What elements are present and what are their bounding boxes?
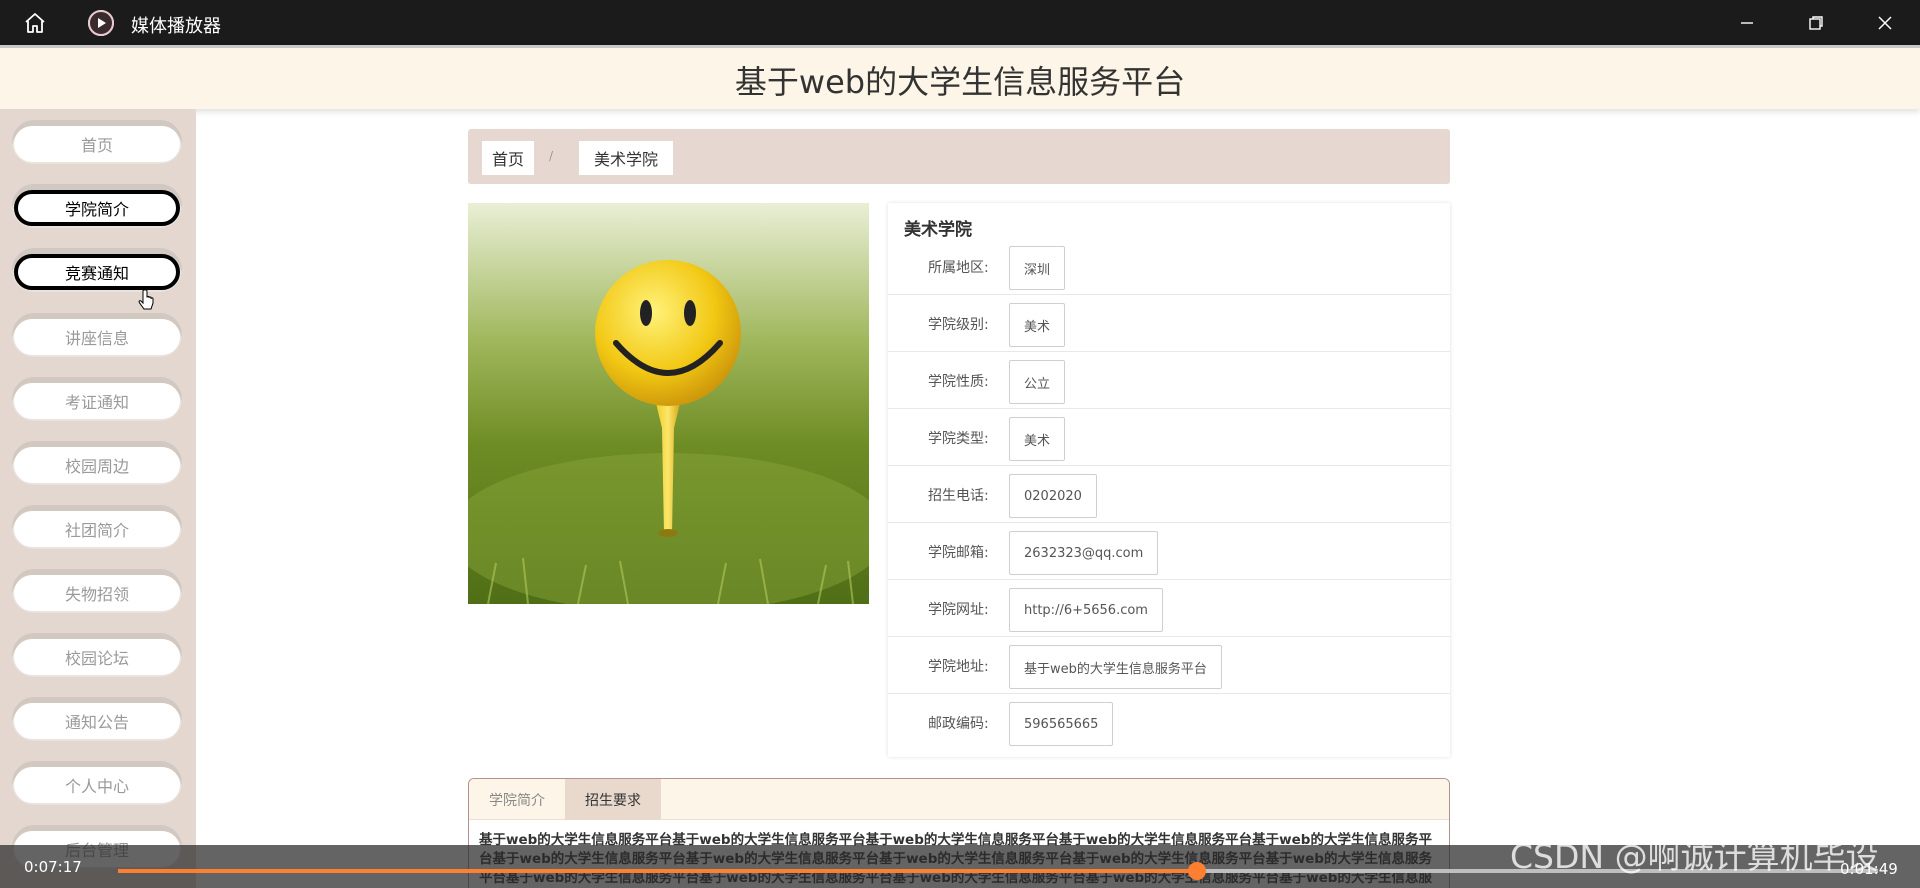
restore-icon[interactable] xyxy=(1801,8,1831,38)
sidebar-item-label: 考证通知 xyxy=(14,383,180,419)
watermark-text: CSDN @啊诚计算机毕设 xyxy=(1510,837,1879,876)
info-row-website: 学院网址: http://6+5656.com xyxy=(888,580,1450,637)
field-label: 学院网址: xyxy=(928,602,989,618)
info-row-region: 所属地区: 深圳 xyxy=(888,238,1450,295)
sidebar-item-label: 首页 xyxy=(14,126,180,162)
field-label: 学院邮箱: xyxy=(928,545,989,561)
field-value: 深圳 xyxy=(1009,246,1066,290)
field-value: http://6+5656.com xyxy=(1009,588,1163,632)
progress-handle[interactable] xyxy=(1187,862,1206,880)
field-value: 美术 xyxy=(1009,417,1066,461)
info-row-nature: 学院性质: 公立 xyxy=(888,352,1450,409)
sidebar-item-certification[interactable]: 考证通知 xyxy=(12,377,182,421)
field-label: 所属地区: xyxy=(928,260,989,276)
info-row-address: 学院地址: 基于web的大学生信息服务平台 xyxy=(888,637,1450,694)
play-icon xyxy=(88,10,114,36)
sidebar-item-label: 通知公告 xyxy=(14,703,180,739)
field-label: 招生电话: xyxy=(928,488,989,504)
tab-admission-requirements[interactable]: 招生要求 xyxy=(565,779,661,820)
info-row-type: 学院类型: 美术 xyxy=(888,409,1450,466)
breadcrumb-current: 美术学院 xyxy=(579,141,673,175)
sidebar-item-label: 个人中心 xyxy=(14,767,180,803)
window-title: 媒体播放器 xyxy=(131,16,221,37)
progress-fill xyxy=(118,869,1197,873)
tab-college-intro[interactable]: 学院简介 xyxy=(469,779,565,820)
field-value: 0202020 xyxy=(1009,474,1097,518)
field-value: 基于web的大学生信息服务平台 xyxy=(1009,645,1222,689)
sidebar-item-label: 校园论坛 xyxy=(14,639,180,675)
home-icon[interactable] xyxy=(20,10,50,36)
field-value: 美术 xyxy=(1009,303,1066,347)
close-icon[interactable] xyxy=(1870,8,1900,38)
sidebar-item-label: 竞赛通知 xyxy=(14,254,180,290)
field-label: 学院类型: xyxy=(928,431,989,447)
field-label: 邮政编码: xyxy=(928,716,989,732)
breadcrumb: 首页 / 美术学院 xyxy=(468,129,1450,184)
sidebar-item-lectures[interactable]: 讲座信息 xyxy=(12,313,182,357)
sidebar-item-lost-found[interactable]: 失物招领 xyxy=(12,569,182,613)
sidebar-item-clubs[interactable]: 社团简介 xyxy=(12,505,182,549)
site-header: 基于web的大学生信息服务平台 xyxy=(0,45,1920,109)
field-value: 596565665 xyxy=(1009,702,1114,746)
info-row-email: 学院邮箱: 2632323@qq.com xyxy=(888,523,1450,580)
field-label: 学院地址: xyxy=(928,659,989,675)
window-titlebar: 媒体播放器 xyxy=(0,0,1920,45)
college-photo xyxy=(468,203,869,604)
sidebar-item-college-intro[interactable]: 学院简介 xyxy=(12,184,182,228)
college-info-panel: 美术学院 所属地区: 深圳 学院级别: 美术 学院性质: 公立 学院类型: 美术… xyxy=(888,203,1450,757)
field-value: 公立 xyxy=(1009,360,1066,404)
sidebar-nav: 首页 学院简介 竞赛通知 讲座信息 考证通知 校园周边 社团简介 失物招领 校园… xyxy=(0,109,196,888)
sidebar-item-profile[interactable]: 个人中心 xyxy=(12,761,182,805)
current-time: 0:07:17 xyxy=(24,858,82,876)
breadcrumb-home-link[interactable]: 首页 xyxy=(482,141,534,175)
minimize-icon[interactable] xyxy=(1732,8,1762,38)
sidebar-item-label: 社团简介 xyxy=(14,511,180,547)
sidebar-item-label: 讲座信息 xyxy=(14,319,180,355)
field-label: 学院性质: xyxy=(928,374,989,390)
breadcrumb-separator: / xyxy=(549,149,554,163)
sidebar-item-campus-nearby[interactable]: 校园周边 xyxy=(12,441,182,485)
field-label: 学院级别: xyxy=(928,317,989,333)
college-name: 美术学院 xyxy=(904,220,972,240)
sidebar-item-label: 失物招领 xyxy=(14,575,180,611)
info-row-level: 学院级别: 美术 xyxy=(888,295,1450,352)
sidebar-item-home[interactable]: 首页 xyxy=(12,120,182,164)
field-value: 2632323@qq.com xyxy=(1009,531,1159,575)
sidebar-item-label: 校园周边 xyxy=(14,447,180,483)
sidebar-item-forum[interactable]: 校园论坛 xyxy=(12,633,182,677)
sidebar-item-competition[interactable]: 竞赛通知 xyxy=(12,248,182,292)
mouse-cursor-icon xyxy=(138,289,154,316)
info-row-postcode: 邮政编码: 596565665 xyxy=(888,694,1450,751)
sidebar-item-notices[interactable]: 通知公告 xyxy=(12,697,182,741)
info-row-phone: 招生电话: 0202020 xyxy=(888,466,1450,523)
sidebar-item-label: 学院简介 xyxy=(14,190,180,226)
site-title: 基于web的大学生信息服务平台 xyxy=(734,63,1186,101)
tab-bar: 学院简介 招生要求 xyxy=(469,779,1449,820)
